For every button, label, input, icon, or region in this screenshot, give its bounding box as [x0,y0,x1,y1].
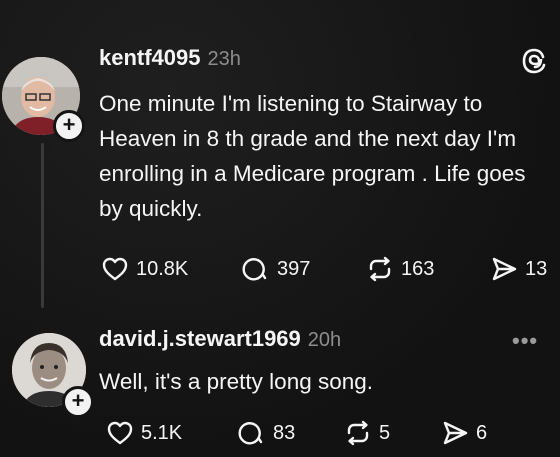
post-david-j-stewart1969[interactable]: + david.j.stewart1969 20h ••• Well, it's… [0,318,560,457]
reply-button[interactable]: 397 [241,254,310,284]
repost-button[interactable]: 163 [365,254,434,284]
comment-icon [238,422,263,445]
post-kentf4095[interactable]: + kentf4095 23h One minute I'm listening… [0,28,560,318]
follow-plus-icon[interactable]: + [53,110,85,142]
threads-feed: + kentf4095 23h One minute I'm listening… [0,0,560,457]
post-text: One minute I'm listening to Stairway to … [99,91,526,221]
heart-icon [107,421,133,445]
share-button[interactable]: 13 [489,254,547,284]
post-header: david.j.stewart1969 20h [99,326,341,352]
username[interactable]: kentf4095 [99,45,201,71]
share-count: 13 [525,257,548,280]
repost-count: 5 [379,421,391,444]
heart-icon [102,257,128,281]
username[interactable]: david.j.stewart1969 [99,326,301,352]
like-count: 10.8K [136,257,189,280]
like-button[interactable]: 5.1K [105,418,182,448]
share-button[interactable]: 6 [440,418,487,448]
repost-icon [347,420,369,446]
share-count: 6 [476,421,488,444]
reply-button[interactable]: 83 [237,418,295,448]
post-header: kentf4095 23h [99,45,241,71]
follow-plus-icon[interactable]: + [62,386,94,418]
timestamp: 23h [207,48,241,70]
send-icon [492,257,517,281]
timestamp: 20h [307,329,342,351]
repost-icon [369,256,391,282]
post-text: Well, it's a pretty long song. [99,369,374,394]
send-icon [443,421,468,445]
like-count: 5.1K [141,421,183,444]
reply-count: 83 [273,421,296,444]
threads-logo-icon[interactable] [519,46,549,76]
comment-icon [242,258,267,281]
more-icon[interactable]: ••• [512,328,538,354]
thread-connector-line [41,143,44,308]
repost-count: 163 [401,257,435,280]
reply-count: 397 [277,257,311,280]
repost-button[interactable]: 5 [343,418,390,448]
like-button[interactable]: 10.8K [100,254,188,284]
